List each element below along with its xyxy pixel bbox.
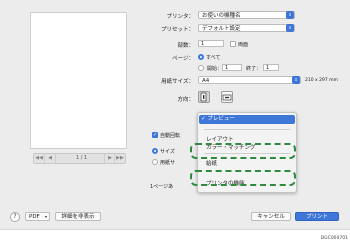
- preview-pager: ◀◀ ◀ 1 / 1 ▶ ▶▶: [33, 153, 126, 164]
- highlight-printer-features: [190, 170, 296, 186]
- last-page-button[interactable]: ▶▶: [114, 154, 125, 163]
- print-dialog: ◀◀ ◀ 1 / 1 ▶ ▶▶ プリンタ： お使いの機種名 ⇕ プリセット： デ…: [0, 0, 350, 230]
- pdf-button[interactable]: PDF ▾: [25, 212, 50, 221]
- per-page-label: 1ページあ: [150, 184, 174, 190]
- pages-from-label: 開始：: [207, 66, 223, 72]
- menu-separator: [204, 129, 290, 130]
- two-sided-label: 両面: [238, 42, 249, 48]
- highlight-paper-feed: [190, 143, 296, 159]
- paper-size-popup[interactable]: A4 ⇕: [198, 76, 301, 84]
- landscape-button[interactable]: [221, 91, 233, 103]
- page-preview: [30, 12, 127, 149]
- prev-page-button[interactable]: ◀: [45, 154, 56, 163]
- chevron-updown-icon: ⇕: [286, 24, 294, 32]
- paper-fit-radio[interactable]: [152, 159, 158, 165]
- portrait-button[interactable]: [198, 91, 210, 103]
- print-button[interactable]: プリント: [295, 212, 339, 221]
- paper-size-label: 用紙サイズ：: [161, 79, 194, 85]
- chevron-updown-icon: ⇕: [292, 76, 300, 84]
- pages-range-radio[interactable]: [198, 65, 204, 71]
- paper-size-value: A4: [202, 78, 210, 84]
- help-button[interactable]: ?: [10, 212, 20, 222]
- preset-popup[interactable]: デフォルト設定 ⇕: [198, 24, 295, 32]
- copies-field[interactable]: 1: [198, 40, 224, 47]
- printer-popup[interactable]: お使いの機種名 ⇕: [198, 11, 295, 19]
- orientation-label: 方向：: [177, 97, 194, 103]
- pages-to-field[interactable]: 1: [263, 64, 279, 71]
- pages-to-label: 終了：: [246, 66, 262, 72]
- cancel-button[interactable]: キャンセル: [251, 212, 291, 221]
- portrait-icon: [200, 92, 207, 102]
- chevron-updown-icon: ⇕: [286, 11, 294, 19]
- pdf-label: PDF: [29, 214, 40, 220]
- preset-value: デフォルト設定: [202, 26, 241, 32]
- menu-item-layout[interactable]: レイアウト: [206, 135, 234, 143]
- size-radio-label: サイズ: [160, 149, 175, 155]
- printer-value: お使いの機種名: [202, 13, 241, 19]
- auto-rotate-checkbox[interactable]: ✓: [152, 132, 158, 138]
- figure-code: DGC004701: [320, 236, 348, 241]
- preset-label: プリセット：: [160, 27, 194, 33]
- hide-details-button[interactable]: 詳細を非表示: [55, 212, 101, 221]
- menu-item-preview[interactable]: ✓ プレビュー: [199, 115, 295, 124]
- menu-item-paper-feed[interactable]: 給紙: [206, 159, 217, 167]
- copies-label: 部数：: [177, 43, 194, 49]
- pages-all-radio[interactable]: [198, 54, 204, 60]
- menu-item-preview-label: プレビュー: [207, 116, 235, 122]
- page-indicator: 1 / 1: [76, 155, 88, 161]
- paper-size-dimensions: 210 x 297 mm: [305, 78, 338, 83]
- paper-fit-label: 用紙サ: [160, 160, 176, 166]
- pages-label: ページ：: [172, 56, 194, 62]
- pages-all-label: すべて: [206, 55, 221, 61]
- size-radio[interactable]: [152, 148, 158, 154]
- printer-label: プリンタ：: [166, 14, 194, 20]
- landscape-icon: [222, 94, 232, 101]
- two-sided-checkbox[interactable]: [230, 41, 236, 47]
- chevron-down-icon: ▾: [44, 214, 47, 219]
- pages-from-field[interactable]: 1: [222, 64, 242, 71]
- first-page-button[interactable]: ◀◀: [34, 154, 45, 163]
- auto-rotate-label: 自動回転: [160, 133, 181, 139]
